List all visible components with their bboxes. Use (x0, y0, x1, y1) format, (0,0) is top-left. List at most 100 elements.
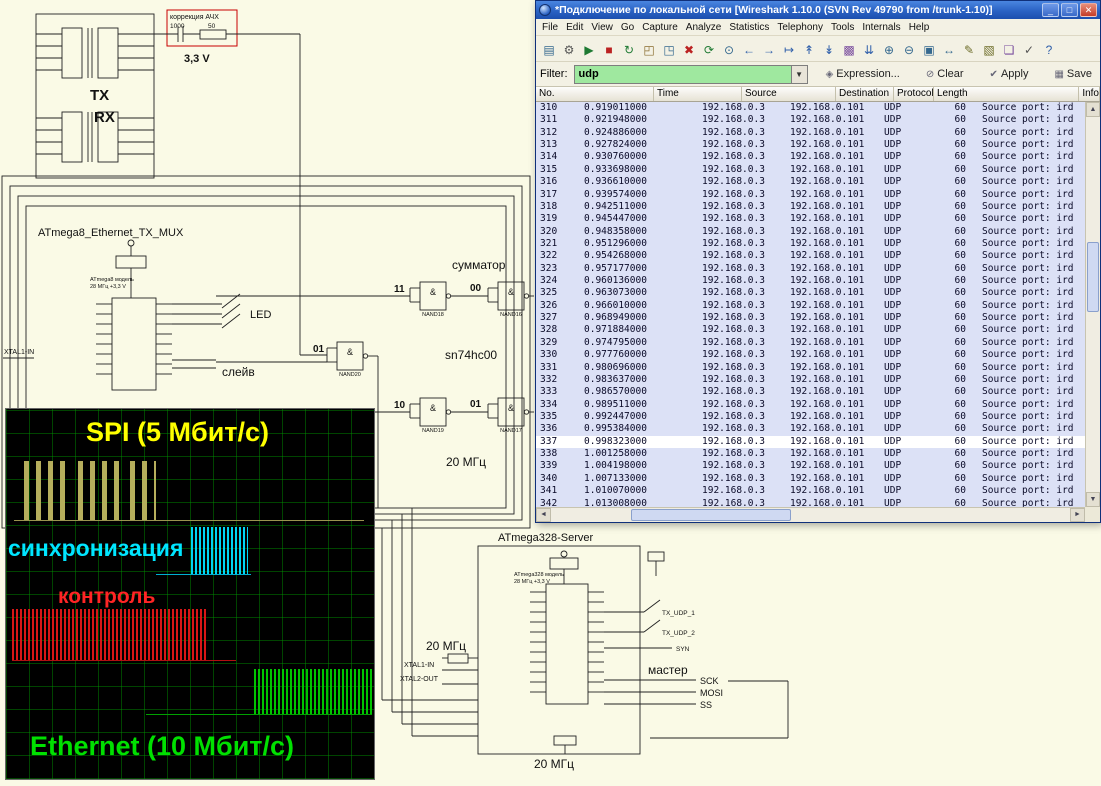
packet-row[interactable]: 312 0.924886000 192.168.0.3 192.168.0.10… (536, 127, 1085, 139)
packet-row[interactable]: 342 1.013008000 192.168.0.3 192.168.0.10… (536, 498, 1085, 508)
packet-row[interactable]: 319 0.945447000 192.168.0.3 192.168.0.10… (536, 213, 1085, 225)
cell-destination: 192.168.0.101 (786, 300, 880, 312)
packet-row[interactable]: 338 1.001258000 192.168.0.3 192.168.0.10… (536, 448, 1085, 460)
packet-row[interactable]: 331 0.980696000 192.168.0.3 192.168.0.10… (536, 362, 1085, 374)
packet-row[interactable]: 328 0.971884000 192.168.0.3 192.168.0.10… (536, 324, 1085, 336)
packet-row[interactable]: 330 0.977760000 192.168.0.3 192.168.0.10… (536, 349, 1085, 361)
col-destination[interactable]: Destination (836, 87, 894, 101)
packet-row[interactable]: 322 0.954268000 192.168.0.3 192.168.0.10… (536, 250, 1085, 262)
packet-row[interactable]: 333 0.986570000 192.168.0.3 192.168.0.10… (536, 386, 1085, 398)
menu-edit[interactable]: Edit (562, 21, 587, 34)
resize-columns-icon[interactable]: ↔ (939, 39, 959, 59)
col-length[interactable]: Length (934, 87, 1079, 101)
col-info[interactable]: Info (1079, 87, 1100, 101)
capture-options-icon[interactable]: ⚙ (559, 39, 579, 59)
menu-help[interactable]: Help (905, 21, 934, 34)
capture-start-icon[interactable]: ▶ (579, 39, 599, 59)
menu-statistics[interactable]: Statistics (725, 21, 773, 34)
packet-row[interactable]: 320 0.948358000 192.168.0.3 192.168.0.10… (536, 226, 1085, 238)
open-capture-icon[interactable]: ◰ (639, 39, 659, 59)
packet-row[interactable]: 335 0.992447000 192.168.0.3 192.168.0.10… (536, 411, 1085, 423)
cell-destination: 192.168.0.101 (786, 473, 880, 485)
packet-row[interactable]: 321 0.951296000 192.168.0.3 192.168.0.10… (536, 238, 1085, 250)
go-forward-icon[interactable]: → (759, 39, 779, 59)
menu-capture[interactable]: Capture (638, 21, 682, 34)
clear-button[interactable]: ⊘ Clear (922, 66, 968, 82)
packet-row[interactable]: 327 0.968949000 192.168.0.3 192.168.0.10… (536, 312, 1085, 324)
packet-row[interactable]: 336 0.995384000 192.168.0.3 192.168.0.10… (536, 423, 1085, 435)
horizontal-scroll-thumb[interactable] (631, 509, 791, 521)
packet-row[interactable]: 337 0.998323000 192.168.0.3 192.168.0.10… (536, 436, 1085, 448)
maximize-button[interactable]: □ (1061, 3, 1078, 17)
filter-input[interactable]: udp ▼ (574, 65, 808, 84)
packet-row[interactable]: 311 0.921948000 192.168.0.3 192.168.0.10… (536, 114, 1085, 126)
go-back-icon[interactable]: ← (739, 39, 759, 59)
packet-row[interactable]: 326 0.966010000 192.168.0.3 192.168.0.10… (536, 300, 1085, 312)
vertical-scroll-thumb[interactable] (1087, 242, 1099, 312)
colorize-icon[interactable]: ▩ (839, 39, 859, 59)
packet-row[interactable]: 324 0.960136000 192.168.0.3 192.168.0.10… (536, 275, 1085, 287)
reload-capture-icon[interactable]: ⟳ (699, 39, 719, 59)
packet-row[interactable]: 310 0.919011000 192.168.0.3 192.168.0.10… (536, 102, 1085, 114)
packet-row[interactable]: 323 0.957177000 192.168.0.3 192.168.0.10… (536, 263, 1085, 275)
packet-row[interactable]: 332 0.983637000 192.168.0.3 192.168.0.10… (536, 374, 1085, 386)
packet-row[interactable]: 325 0.963073000 192.168.0.3 192.168.0.10… (536, 287, 1085, 299)
menu-go[interactable]: Go (617, 21, 638, 34)
packet-row[interactable]: 318 0.942511000 192.168.0.3 192.168.0.10… (536, 201, 1085, 213)
packet-row[interactable]: 340 1.007133000 192.168.0.3 192.168.0.10… (536, 473, 1085, 485)
zoom-reset-icon[interactable]: ▣ (919, 39, 939, 59)
apply-button[interactable]: ✔ Apply (986, 66, 1033, 82)
scroll-up-arrow-icon[interactable]: ▲ (1086, 102, 1100, 117)
zoom-out-icon[interactable]: ⊖ (899, 39, 919, 59)
scroll-right-arrow-icon[interactable]: ► (1070, 508, 1085, 522)
capture-restart-icon[interactable]: ↻ (619, 39, 639, 59)
zoom-in-icon[interactable]: ⊕ (879, 39, 899, 59)
packet-row[interactable]: 315 0.933698000 192.168.0.3 192.168.0.10… (536, 164, 1085, 176)
close-capture-icon[interactable]: ✖ (679, 39, 699, 59)
go-to-packet-icon[interactable]: ↦ (779, 39, 799, 59)
go-first-icon[interactable]: ↟ (799, 39, 819, 59)
capture-filters-icon[interactable]: ✎ (959, 39, 979, 59)
cell-no: 336 (536, 423, 580, 435)
packet-row[interactable]: 341 1.010070000 192.168.0.3 192.168.0.10… (536, 485, 1085, 497)
vertical-scrollbar[interactable]: ▲ ▼ (1085, 102, 1100, 507)
capture-stop-icon[interactable]: ■ (599, 39, 619, 59)
col-protocol[interactable]: Protocol (894, 87, 934, 101)
col-source[interactable]: Source (742, 87, 836, 101)
filter-dropdown-arrow-icon[interactable]: ▼ (791, 66, 807, 83)
autoscroll-icon[interactable]: ⇊ (859, 39, 879, 59)
display-filters-icon[interactable]: ▧ (979, 39, 999, 59)
menu-internals[interactable]: Internals (858, 21, 904, 34)
expression-button[interactable]: ◈ Expression... (822, 66, 904, 82)
go-last-icon[interactable]: ↡ (819, 39, 839, 59)
packet-row[interactable]: 334 0.989511000 192.168.0.3 192.168.0.10… (536, 399, 1085, 411)
server-mcu-annotation-2: 28 МГц +3,3 V (514, 579, 550, 585)
menu-analyze[interactable]: Analyze (682, 21, 726, 34)
save-button[interactable]: ▦ Save (1050, 66, 1096, 82)
packet-row[interactable]: 316 0.936610000 192.168.0.3 192.168.0.10… (536, 176, 1085, 188)
packet-row[interactable]: 314 0.930760000 192.168.0.3 192.168.0.10… (536, 151, 1085, 163)
find-packet-icon[interactable]: ⊙ (719, 39, 739, 59)
capture-interfaces-icon[interactable]: ▤ (539, 39, 559, 59)
packet-row[interactable]: 317 0.939574000 192.168.0.3 192.168.0.10… (536, 189, 1085, 201)
scroll-down-arrow-icon[interactable]: ▼ (1086, 492, 1100, 507)
help-icon[interactable]: ? (1039, 39, 1059, 59)
horizontal-scrollbar[interactable]: ◄ ► (536, 507, 1085, 522)
close-button[interactable]: ✕ (1080, 3, 1097, 17)
preferences-icon[interactable]: ✓ (1019, 39, 1039, 59)
menu-view[interactable]: View (587, 21, 617, 34)
scroll-left-arrow-icon[interactable]: ◄ (536, 508, 551, 522)
col-time[interactable]: Time (654, 87, 742, 101)
menu-file[interactable]: File (538, 21, 562, 34)
menu-telephony[interactable]: Telephony (773, 21, 827, 34)
col-no[interactable]: No. (536, 87, 654, 101)
save-capture-icon[interactable]: ◳ (659, 39, 679, 59)
minimize-button[interactable]: _ (1042, 3, 1059, 17)
menu-tools[interactable]: Tools (827, 21, 858, 34)
titlebar[interactable]: *Подключение по локальной сети [Wireshar… (536, 1, 1100, 19)
filter-value: udp (579, 68, 599, 80)
packet-row[interactable]: 339 1.004198000 192.168.0.3 192.168.0.10… (536, 460, 1085, 472)
packet-row[interactable]: 313 0.927824000 192.168.0.3 192.168.0.10… (536, 139, 1085, 151)
packet-row[interactable]: 329 0.974795000 192.168.0.3 192.168.0.10… (536, 337, 1085, 349)
coloring-rules-icon[interactable]: ❏ (999, 39, 1019, 59)
